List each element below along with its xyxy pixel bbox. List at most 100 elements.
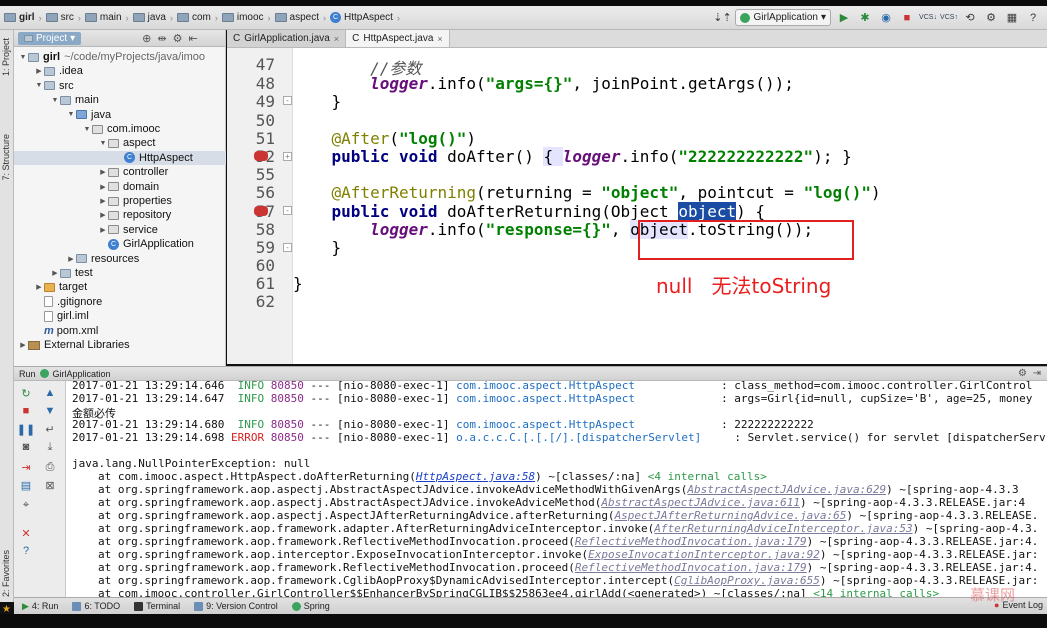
chevron-down-icon[interactable]: ▼ [50, 97, 60, 104]
status-version-control[interactable]: 9: Version Control [194, 601, 278, 611]
tree-item[interactable]: ▶ service [14, 223, 158, 237]
breadcrumb-item[interactable]: imooc › [221, 12, 271, 23]
hide-icon[interactable]: ⇤ [188, 32, 197, 45]
tree-item[interactable]: ▼ com.imooc [14, 122, 161, 136]
tree-item[interactable]: ▶ domain [14, 180, 159, 194]
internal-calls-fold[interactable]: <4 internal calls> [648, 470, 767, 483]
print-icon[interactable]: ⎙ [42, 459, 58, 475]
project-view-select[interactable]: Project ▾ [18, 31, 82, 45]
tree-item[interactable]: C HttpAspect [14, 150, 226, 165]
help-icon[interactable]: ? [18, 543, 34, 559]
tree-item[interactable]: ▼ java [14, 108, 112, 122]
fold-icon[interactable]: - [283, 206, 292, 215]
tab-girlapplication[interactable]: C GirlApplication.java × [227, 30, 347, 47]
tree-item[interactable]: ▼ main [14, 93, 99, 107]
selected-identifier[interactable]: object [678, 202, 737, 221]
tree-item[interactable]: ▶ properties [14, 194, 172, 208]
history-icon[interactable]: ⟲ [962, 10, 978, 26]
pause-icon[interactable]: ❚❚ [17, 421, 35, 437]
source-link[interactable]: AbstractAspectJAdvice.java:611 [601, 496, 800, 509]
tree-item[interactable]: m pom.xml [14, 324, 98, 338]
chevron-right-icon[interactable]: ▶ [98, 168, 108, 176]
source-link[interactable]: ExposeInvocationInterceptor.java:92 [588, 548, 820, 561]
tree-item[interactable]: ▶ .idea [14, 64, 83, 78]
tree-item[interactable]: ▶ test [14, 266, 92, 280]
status-spring[interactable]: Spring [291, 601, 330, 611]
vcs-commit-icon[interactable]: VCS↑ [940, 10, 958, 26]
source-link[interactable]: AfterReturningAdviceInterceptor.java:53 [654, 522, 912, 535]
advice-gutter-icon[interactable] [254, 206, 268, 216]
vcs-update-icon[interactable]: VCS↓ [919, 10, 937, 26]
stop-icon[interactable]: ■ [18, 403, 34, 419]
source-link[interactable]: ReflectiveMethodInvocation.java:179 [575, 561, 807, 574]
tab-favorites[interactable]: 2: Favorites [1, 550, 11, 597]
help-icon[interactable]: ? [1025, 10, 1041, 26]
project-structure-icon[interactable]: ▦ [1004, 10, 1020, 26]
advice-gutter-icon[interactable] [254, 151, 268, 161]
tree-item[interactable]: ▶ External Libraries [14, 338, 129, 352]
build-arrows-icon[interactable]: ⇣⇡ [713, 10, 731, 26]
chevron-right-icon[interactable]: ▶ [98, 226, 108, 234]
debug-icon[interactable]: ✱ [857, 10, 873, 26]
status-terminal[interactable]: Terminal [134, 601, 180, 611]
gear-icon[interactable]: ⚙ [173, 32, 183, 45]
close-icon[interactable]: × [334, 34, 339, 44]
scroll-up-icon[interactable]: ▲ [42, 385, 58, 401]
tree-item[interactable]: .gitignore [14, 295, 102, 309]
chevron-right-icon[interactable]: ▶ [98, 211, 108, 219]
tree-item[interactable]: girl.iml [14, 309, 89, 323]
tree-item[interactable]: ▼ girl ~/code/myProjects/java/imoo [14, 50, 206, 64]
close-icon[interactable]: ✕ [18, 525, 34, 541]
chevron-down-icon[interactable]: ▼ [18, 54, 28, 61]
run-icon[interactable]: ▶ [836, 10, 852, 26]
chevron-right-icon[interactable]: ▶ [98, 183, 108, 191]
tree-item[interactable]: ▶ target [14, 280, 87, 294]
tree-item[interactable]: ▶ repository [14, 208, 171, 222]
tab-project[interactable]: 1: Project [1, 38, 11, 76]
chevron-down-icon[interactable]: ▼ [82, 126, 92, 133]
rerun-icon[interactable]: ↻ [18, 385, 34, 401]
tree-item[interactable]: C GirlApplication [14, 237, 194, 251]
close-icon[interactable]: × [437, 34, 442, 44]
chevron-down-icon[interactable]: ▼ [34, 82, 44, 89]
chevron-right-icon[interactable]: ▶ [66, 255, 76, 263]
breadcrumb-item[interactable]: C HttpAspect › [330, 12, 400, 23]
fold-icon[interactable]: + [283, 152, 292, 161]
scroll-down-icon[interactable]: ▼ [42, 403, 58, 419]
pin-icon[interactable]: ⌖ [18, 497, 34, 513]
console-output[interactable]: 2017-01-21 13:29:14.646 INFO 80850 --- [… [66, 381, 1047, 597]
settings-icon[interactable]: ⚙ [983, 10, 999, 26]
exit-icon[interactable]: ⇥ [18, 459, 34, 475]
tree-item[interactable]: ▼ src [14, 79, 74, 93]
hide-icon[interactable]: ⇥ [1033, 368, 1041, 379]
collapse-icon[interactable]: ⇹ [157, 32, 166, 45]
source-link[interactable]: CglibAopProxy.java:655 [674, 574, 820, 587]
source-link[interactable]: AbstractAspectJAdvice.java:629 [687, 483, 886, 496]
tab-structure[interactable]: 7: Structure [1, 134, 11, 181]
source-link[interactable]: ReflectiveMethodInvocation.java:179 [575, 535, 807, 548]
source-link[interactable]: AspectJAfterReturningAdvice.java:65 [615, 509, 847, 522]
tree-item[interactable]: ▶ resources [14, 252, 139, 266]
stop-icon[interactable]: ■ [899, 10, 915, 26]
internal-calls-fold[interactable]: <14 internal calls> [813, 587, 939, 597]
code-editor[interactable]: //参数 logger.info("args={}", joinPoint.ge… [293, 48, 1047, 364]
chevron-right-icon[interactable]: ▶ [18, 341, 28, 349]
layout-icon[interactable]: ▤ [18, 477, 34, 493]
fold-icon[interactable]: - [283, 243, 292, 252]
chevron-down-icon[interactable]: ▼ [66, 111, 76, 118]
tab-httpaspect[interactable]: C HttpAspect.java × [346, 30, 450, 47]
source-link[interactable]: HttpAspect.java:58 [416, 470, 535, 483]
status-todo[interactable]: 6: TODO [72, 601, 120, 611]
sync-icon[interactable]: ⊕ [142, 32, 151, 45]
breadcrumb-item[interactable]: aspect › [274, 12, 326, 23]
soft-wrap-icon[interactable]: ↵ [42, 421, 58, 437]
breadcrumb-item[interactable]: main › [84, 12, 129, 23]
scroll-end-icon[interactable]: ⤓ [42, 439, 58, 455]
chevron-down-icon[interactable]: ▼ [98, 140, 108, 147]
gear-icon[interactable]: ⚙ [1018, 368, 1027, 379]
run-configuration-select[interactable]: GirlApplication ▾ [735, 9, 831, 26]
camera-icon[interactable]: ◙ [18, 439, 34, 455]
status-run[interactable]: ▶ 4: Run [22, 601, 58, 612]
chevron-right-icon[interactable]: ▶ [98, 197, 108, 205]
clear-icon[interactable]: ⊠ [42, 477, 58, 493]
